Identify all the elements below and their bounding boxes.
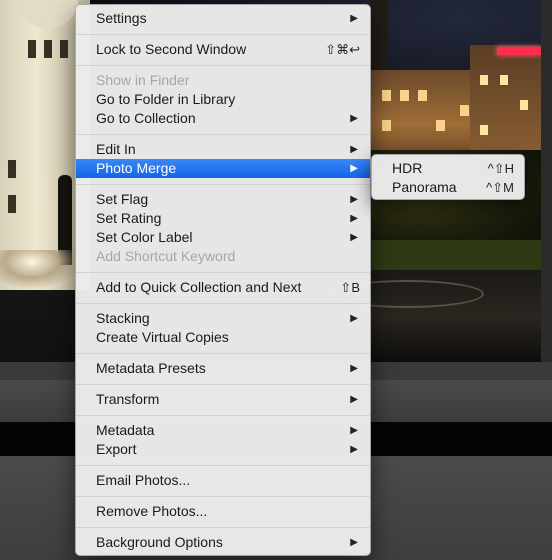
submenu-item-hdr[interactable]: HDR ^⇧H (372, 159, 524, 178)
menu-item-label: Email Photos... (96, 472, 191, 488)
menu-item-label: Photo Merge (96, 160, 177, 176)
submenu-arrow-icon: ▶ (350, 363, 358, 374)
menu-item-label: Set Rating (96, 210, 162, 226)
menu-item-metadata[interactable]: Metadata ▶ (76, 421, 370, 440)
menu-item-go-to-folder-in-library[interactable]: Go to Folder in Library (76, 90, 370, 109)
menu-item-add-shortcut-keyword: Add Shortcut Keyword (76, 247, 370, 266)
window (60, 40, 68, 58)
menu-item-label: Set Color Label (96, 229, 193, 245)
keyboard-shortcut: ^⇧H (487, 161, 514, 176)
menu-item-background-options[interactable]: Background Options ▶ (76, 533, 370, 552)
panel-edge (541, 0, 552, 362)
menu-item-email-photos[interactable]: Email Photos... (76, 471, 370, 490)
menu-separator (76, 303, 370, 304)
menu-item-label: Remove Photos... (96, 503, 208, 519)
lit-window (436, 120, 445, 131)
menu-item-set-flag[interactable]: Set Flag ▶ (76, 190, 370, 209)
lit-window (480, 75, 488, 85)
menu-separator (76, 465, 370, 466)
window (8, 195, 16, 213)
submenu-arrow-icon: ▶ (350, 394, 358, 405)
menu-item-metadata-presets[interactable]: Metadata Presets ▶ (76, 359, 370, 378)
context-menu: Settings ▶ Lock to Second Window ⇧⌘↩ Sho… (75, 4, 371, 556)
window (8, 160, 16, 178)
menu-item-label: Go to Collection (96, 110, 196, 126)
menu-item-label: Metadata (96, 422, 155, 438)
menu-separator (76, 496, 370, 497)
lit-window (460, 105, 469, 116)
menu-item-create-virtual-copies[interactable]: Create Virtual Copies (76, 328, 370, 347)
menu-item-label: Add Shortcut Keyword (96, 248, 236, 264)
menu-item-label: Show in Finder (96, 72, 190, 88)
photo-merge-submenu: HDR ^⇧H Panorama ^⇧M (371, 154, 525, 200)
tower (370, 0, 388, 80)
submenu-arrow-icon: ▶ (350, 13, 358, 24)
lit-window (520, 100, 528, 110)
menu-item-label: HDR (392, 160, 423, 176)
keyboard-shortcut: ⇧B (340, 280, 360, 295)
lawn (370, 240, 541, 270)
reflecting-pool (330, 270, 541, 362)
menu-item-label: Background Options (96, 534, 223, 550)
keyboard-shortcut: ⇧⌘↩ (325, 42, 360, 57)
menu-item-show-in-finder: Show in Finder (76, 71, 370, 90)
submenu-arrow-icon: ▶ (350, 194, 358, 205)
menu-item-label: Panorama (392, 179, 457, 195)
menu-item-edit-in[interactable]: Edit In ▶ (76, 140, 370, 159)
submenu-arrow-icon: ▶ (350, 163, 358, 174)
submenu-arrow-icon: ▶ (350, 232, 358, 243)
menu-item-export[interactable]: Export ▶ (76, 440, 370, 459)
menu-separator (76, 527, 370, 528)
menu-item-photo-merge[interactable]: Photo Merge ▶ (76, 159, 370, 178)
lit-window (382, 120, 391, 131)
lit-window (382, 90, 391, 101)
menu-separator (76, 184, 370, 185)
menu-item-go-to-collection[interactable]: Go to Collection ▶ (76, 109, 370, 128)
menu-item-remove-photos[interactable]: Remove Photos... (76, 502, 370, 521)
menu-separator (76, 34, 370, 35)
submenu-arrow-icon: ▶ (350, 444, 358, 455)
submenu-arrow-icon: ▶ (350, 213, 358, 224)
menu-item-label: Transform (96, 391, 160, 407)
submenu-item-panorama[interactable]: Panorama ^⇧M (372, 178, 524, 197)
menu-separator (76, 272, 370, 273)
submenu-arrow-icon: ▶ (350, 144, 358, 155)
fountain (0, 250, 80, 290)
menu-item-settings[interactable]: Settings ▶ (76, 9, 370, 28)
lit-window (418, 90, 427, 101)
menu-item-lock-to-second-window[interactable]: Lock to Second Window ⇧⌘↩ (76, 40, 370, 59)
menu-item-label: Go to Folder in Library (96, 91, 236, 107)
menu-item-set-rating[interactable]: Set Rating ▶ (76, 209, 370, 228)
menu-item-label: Set Flag (96, 191, 149, 207)
menu-separator (76, 353, 370, 354)
menu-item-transform[interactable]: Transform ▶ (76, 390, 370, 409)
submenu-arrow-icon: ▶ (350, 425, 358, 436)
menu-item-stacking[interactable]: Stacking ▶ (76, 309, 370, 328)
window (28, 40, 36, 58)
menu-separator (76, 134, 370, 135)
menu-item-set-color-label[interactable]: Set Color Label ▶ (76, 228, 370, 247)
menu-item-add-to-quick-collection-and-next[interactable]: Add to Quick Collection and Next ⇧B (76, 278, 370, 297)
submenu-arrow-icon: ▶ (350, 313, 358, 324)
submenu-arrow-icon: ▶ (350, 113, 358, 124)
menu-item-label: Settings (96, 10, 147, 26)
menu-separator (76, 65, 370, 66)
menu-item-label: Lock to Second Window (96, 41, 247, 57)
lit-window (480, 125, 488, 135)
lit-window (400, 90, 409, 101)
building (470, 45, 541, 165)
neon-sign (497, 47, 541, 55)
menu-item-label: Metadata Presets (96, 360, 206, 376)
menu-item-label: Add to Quick Collection and Next (96, 279, 302, 295)
menu-separator (76, 384, 370, 385)
window (44, 40, 52, 58)
menu-item-label: Export (96, 441, 137, 457)
menu-separator (76, 415, 370, 416)
keyboard-shortcut: ^⇧M (486, 180, 514, 195)
menu-item-label: Stacking (96, 310, 150, 326)
submenu-arrow-icon: ▶ (350, 537, 358, 548)
lit-window (500, 75, 508, 85)
menu-item-label: Edit In (96, 141, 136, 157)
menu-item-label: Create Virtual Copies (96, 329, 229, 345)
